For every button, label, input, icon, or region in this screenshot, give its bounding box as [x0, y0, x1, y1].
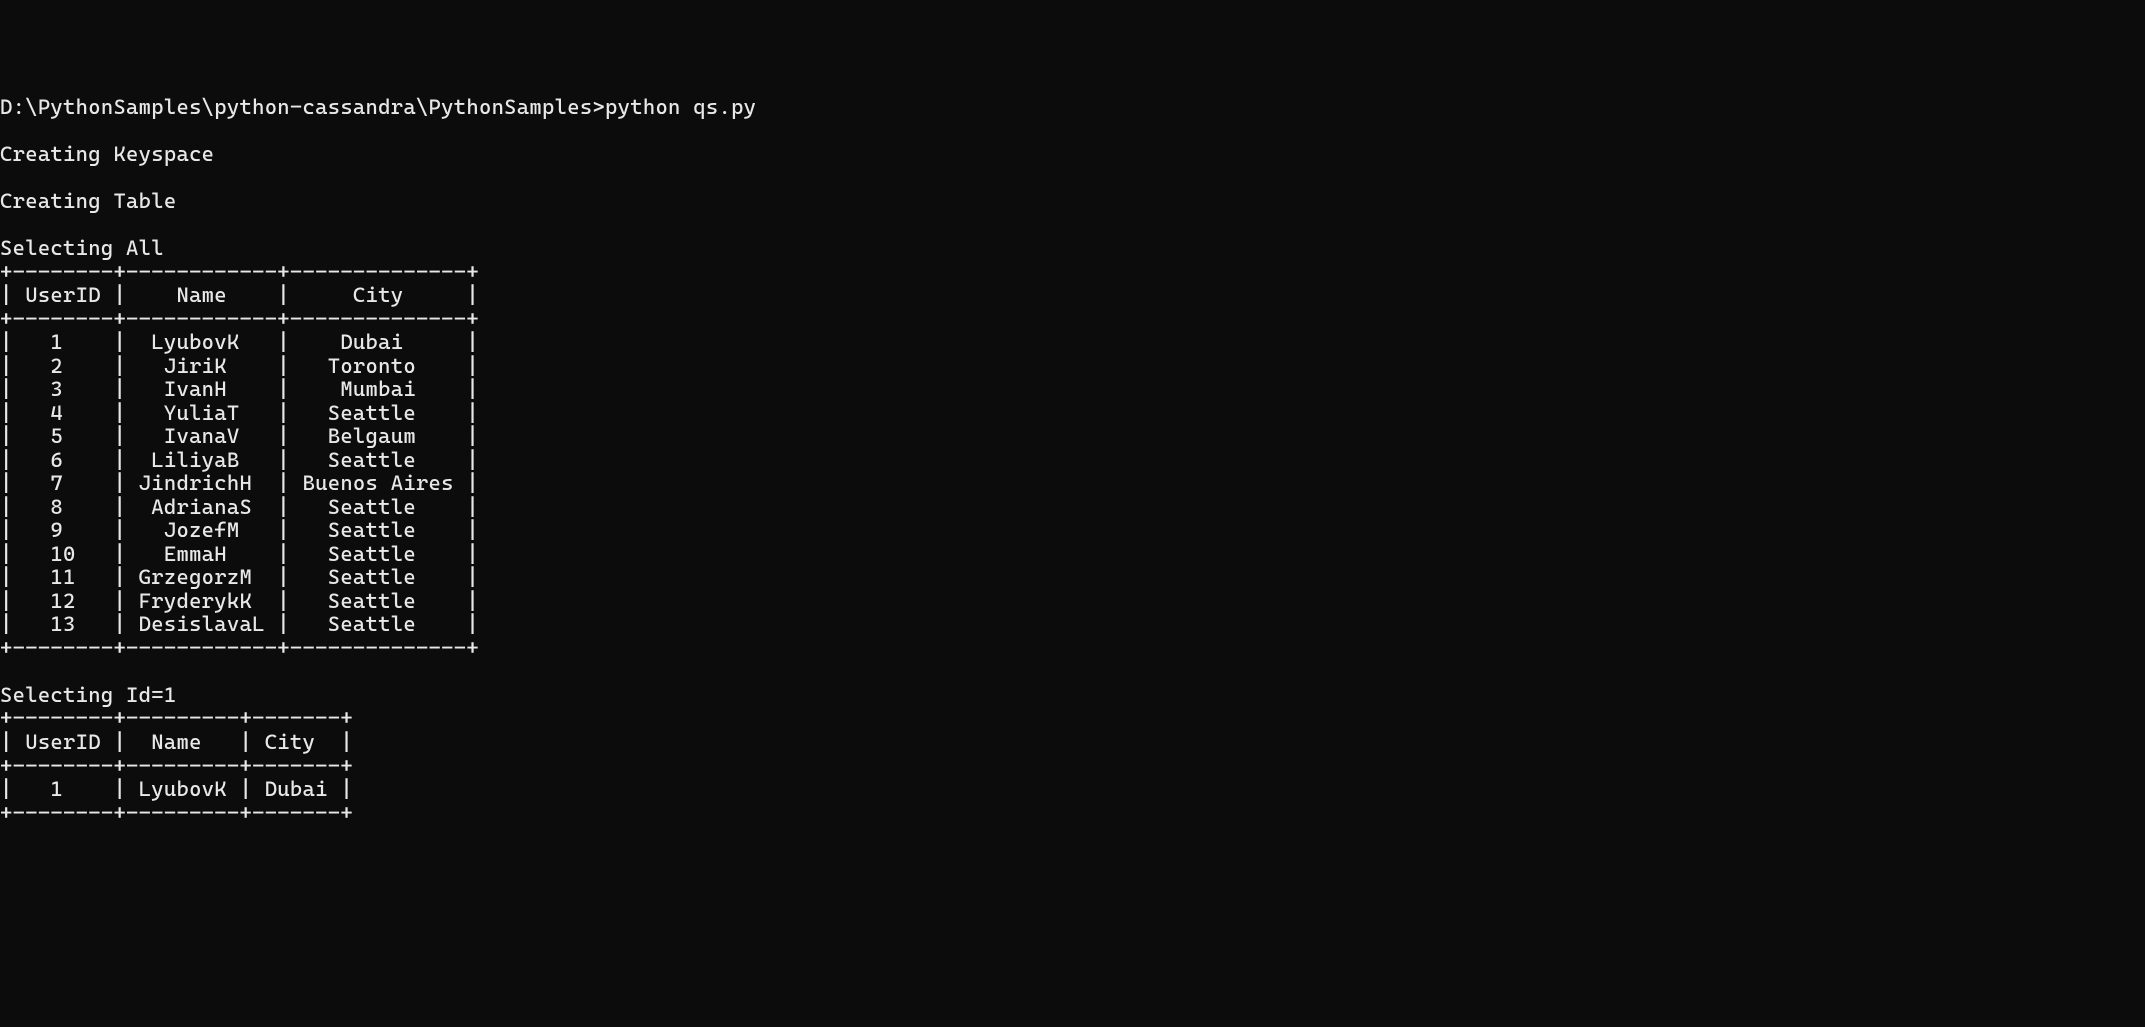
- terminal-line: +--------+------------+--------------+: [0, 637, 2145, 661]
- terminal-line: | 3 | IvanH | Mumbai |: [0, 378, 2145, 402]
- terminal-line: | 11 | GrzegorzM | Seattle |: [0, 566, 2145, 590]
- terminal-line: | 7 | JindrichH | Buenos Aires |: [0, 472, 2145, 496]
- terminal-line: [0, 214, 2145, 238]
- terminal-line: | 2 | JiriK | Toronto |: [0, 355, 2145, 379]
- terminal-line: D:\PythonSamples\python-cassandra\Python…: [0, 96, 2145, 120]
- terminal-output[interactable]: D:\PythonSamples\python-cassandra\Python…: [0, 96, 2145, 825]
- terminal-line: Creating Table: [0, 190, 2145, 214]
- terminal-line: Selecting Id=1: [0, 684, 2145, 708]
- terminal-line: +--------+---------+-------+: [0, 755, 2145, 779]
- terminal-line: +--------+---------+-------+: [0, 802, 2145, 826]
- terminal-line: | 1 | LyubovK | Dubai |: [0, 778, 2145, 802]
- terminal-line: [0, 660, 2145, 684]
- terminal-line: +--------+---------+-------+: [0, 707, 2145, 731]
- terminal-line: | 5 | IvanaV | Belgaum |: [0, 425, 2145, 449]
- terminal-line: [0, 120, 2145, 144]
- terminal-line: +--------+------------+--------------+: [0, 261, 2145, 285]
- terminal-line: | 10 | EmmaH | Seattle |: [0, 543, 2145, 567]
- terminal-line: | 1 | LyubovK | Dubai |: [0, 331, 2145, 355]
- terminal-line: Selecting All: [0, 237, 2145, 261]
- terminal-line: | 9 | JozefM | Seattle |: [0, 519, 2145, 543]
- terminal-line: +--------+------------+--------------+: [0, 308, 2145, 332]
- terminal-line: | 4 | YuliaT | Seattle |: [0, 402, 2145, 426]
- terminal-line: Creating Keyspace: [0, 143, 2145, 167]
- terminal-line: | 12 | FryderykK | Seattle |: [0, 590, 2145, 614]
- terminal-line: | 6 | LiliyaB | Seattle |: [0, 449, 2145, 473]
- terminal-line: | 8 | AdrianaS | Seattle |: [0, 496, 2145, 520]
- terminal-line: | UserID | Name | City |: [0, 731, 2145, 755]
- terminal-line: [0, 167, 2145, 191]
- terminal-line: | 13 | DesislavaL | Seattle |: [0, 613, 2145, 637]
- terminal-line: | UserID | Name | City |: [0, 284, 2145, 308]
